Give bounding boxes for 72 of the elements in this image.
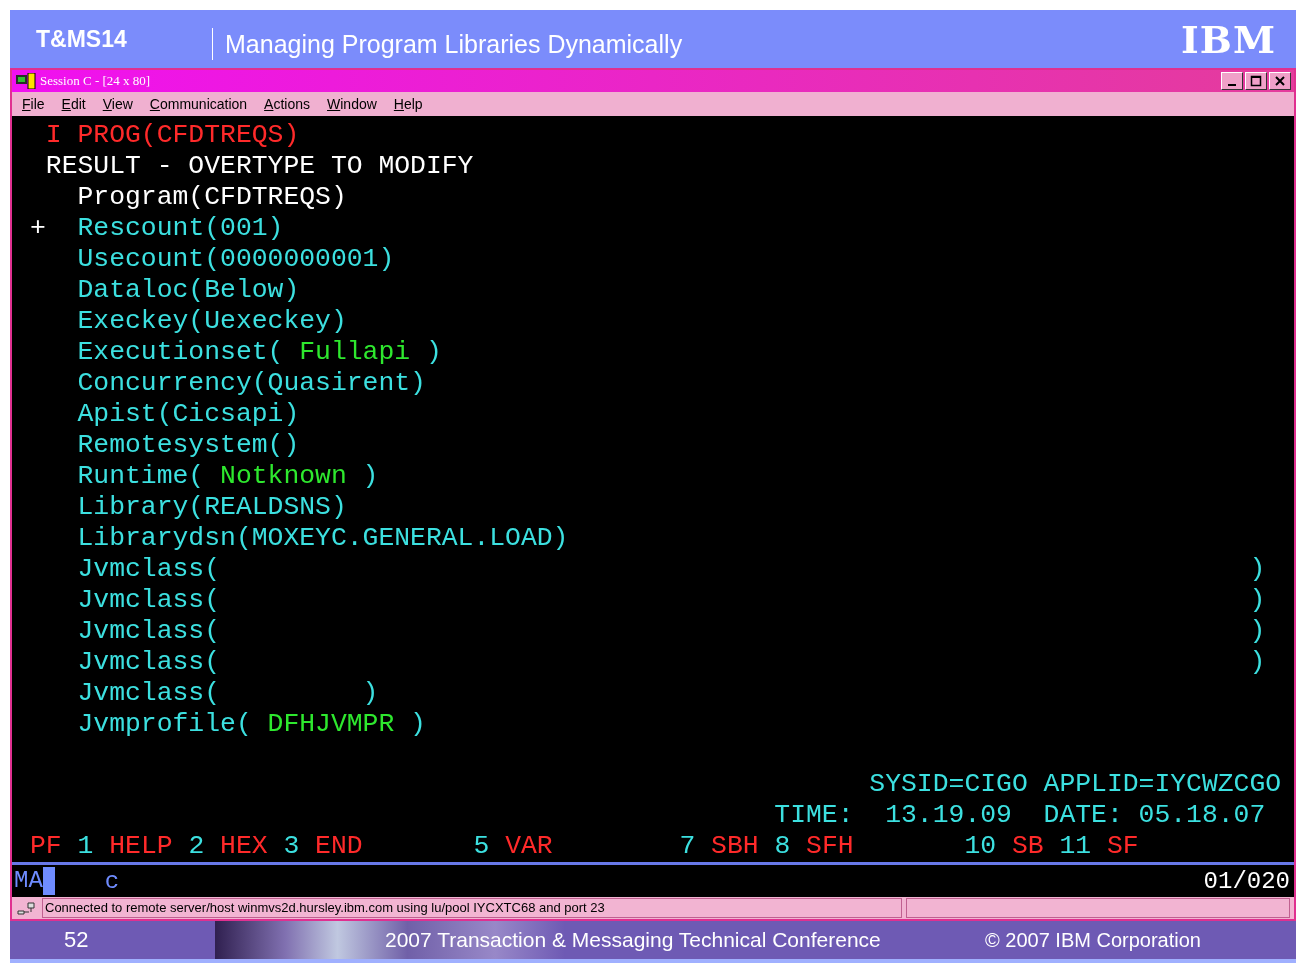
terminal-text: HEX <box>220 831 268 861</box>
terminal-text: Concurrency(Quasirent) <box>76 368 426 398</box>
terminal-text: Rescount(001) <box>76 213 284 243</box>
terminal-text: ) <box>410 709 426 739</box>
menu-item[interactable]: Communication <box>149 96 248 112</box>
terminal-text: Librarydsn(MOXEYC.GENERAL.LOAD) <box>76 523 569 553</box>
terminal-text: Jvmclass( ) <box>76 647 1266 677</box>
copyright: © 2007 IBM Corporation <box>985 928 1201 952</box>
menu-item[interactable]: View <box>102 96 133 112</box>
connection-icon <box>16 901 38 915</box>
terminal-text: 7 <box>678 831 697 861</box>
terminal-text: Notknown <box>219 461 348 491</box>
terminal-text: SYSID=CIGO APPLID=IYCWZCGO <box>868 769 1282 799</box>
menu-item[interactable]: Edit <box>61 96 86 112</box>
terminal-text: DFHJVMPR <box>266 709 396 739</box>
terminal-icon <box>15 73 37 89</box>
terminal-text: I PROG(CFDTREQS) <box>44 120 300 150</box>
terminal-text: Jvmclass( ) <box>76 554 1266 584</box>
terminal-text: Library(REALDSNS) <box>76 492 347 522</box>
terminal-text: 5 <box>472 831 491 861</box>
terminal-text: VAR <box>505 831 553 861</box>
terminal-text: 2 <box>187 831 206 861</box>
slide-title: Managing Program Libraries Dynamically <box>212 28 1182 60</box>
terminal-text: SFH <box>806 831 854 861</box>
terminal-text: Execkey(Uexeckey) <box>76 306 347 336</box>
close-icon <box>1274 75 1286 87</box>
maximize-icon <box>1250 75 1262 87</box>
terminal-text: Remotesystem() <box>76 430 300 460</box>
terminal-text: Jvmprofile( <box>76 709 252 739</box>
close-button[interactable] <box>1269 72 1291 90</box>
terminal-text: Executionset( <box>76 337 284 367</box>
terminal-text: ) <box>362 461 379 491</box>
menu-item[interactable]: File <box>22 96 45 112</box>
terminal-text: END <box>315 831 363 861</box>
terminal-text: Dataloc(Below) <box>76 275 300 305</box>
menu-item[interactable]: Help <box>393 96 423 112</box>
terminal-text: 3 <box>282 831 301 861</box>
window-title: Session C - [24 x 80] <box>40 73 152 89</box>
terminal-text: Program(CFDTREQS) <box>76 182 347 212</box>
terminal-text: SB <box>1012 831 1044 861</box>
page-number: 52 <box>63 927 90 953</box>
terminal-text: 8 <box>773 831 792 861</box>
terminal-text: 11 <box>1058 831 1093 861</box>
terminal-text: Apist(Cicsapi) <box>76 399 300 429</box>
terminal-text: RESULT - OVERTYPE TO MODIFY <box>44 151 474 181</box>
terminal-text: SF <box>1107 831 1139 861</box>
terminal-text: Fullapi <box>298 337 412 367</box>
terminal-text: TIME: 13.19.09 DATE: 05.18.07 <box>773 800 1266 830</box>
terminal-text: HELP <box>109 831 173 861</box>
terminal-text: + <box>30 213 46 243</box>
terminal-text: 1 <box>76 831 95 861</box>
menu-item[interactable]: Window <box>327 96 377 112</box>
conference-name: 2007 Transaction & Messaging Technical Conference <box>385 928 882 952</box>
input-indicator: c <box>104 867 121 895</box>
status-message: Connected to remote server/host winmvs2d.hursley.ibm.com using lu/pool IYCXTC68 and port 23 <box>42 898 902 918</box>
terminal-text: Jvmclass( ) <box>76 585 1266 615</box>
cursor-position: 01/020 <box>1203 867 1290 895</box>
logo: IBM <box>1181 16 1276 62</box>
terminal-text: SBH <box>711 831 759 861</box>
menu-item[interactable]: Actions <box>264 96 311 112</box>
terminal-text: Usecount(0000000001) <box>76 244 395 274</box>
terminal-text: Jvmclass( ) <box>76 678 379 708</box>
terminal-text: Runtime( <box>76 461 205 491</box>
terminal-text: Jvmclass( ) <box>76 616 1266 646</box>
status-indicator: MA <box>12 867 55 895</box>
minimize-button[interactable] <box>1221 72 1243 90</box>
slide-code: T&MS14 <box>36 25 128 53</box>
terminal-text: PF <box>30 831 62 861</box>
terminal-text: 10 <box>963 831 998 861</box>
terminal-text: ) <box>425 337 442 367</box>
maximize-button[interactable] <box>1245 72 1267 90</box>
minimize-icon <box>1228 84 1236 86</box>
